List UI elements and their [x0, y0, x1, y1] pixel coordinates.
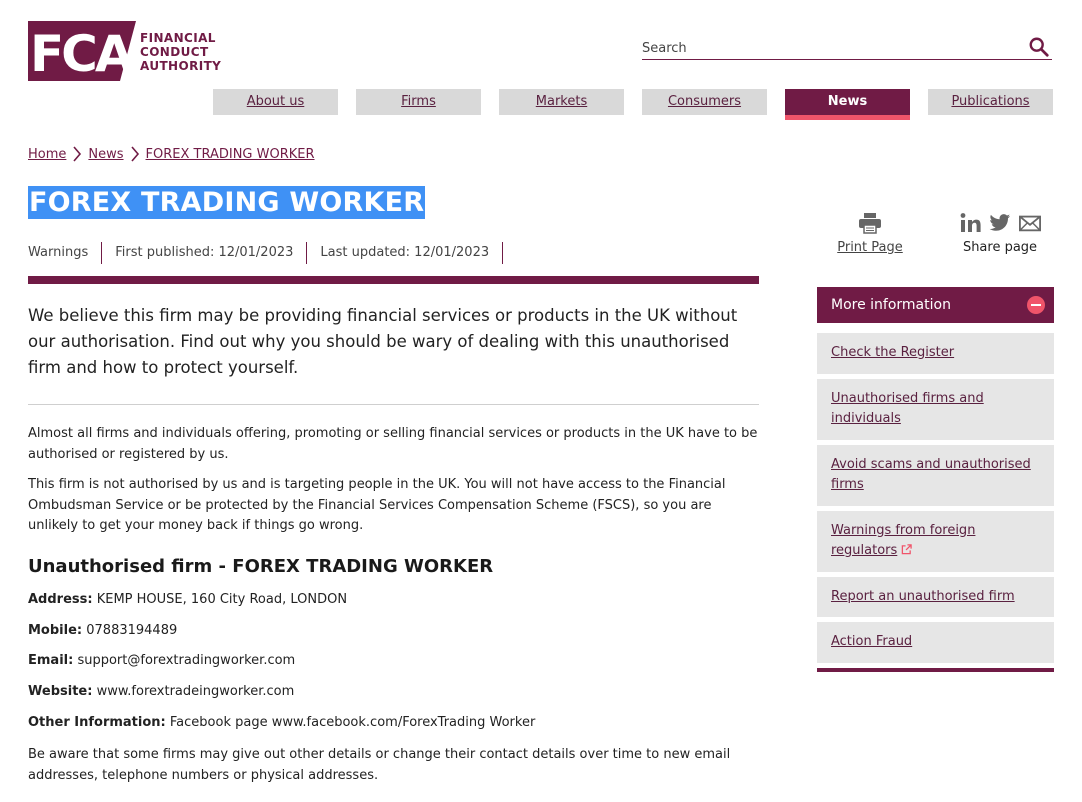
nav-news[interactable]: News	[785, 89, 910, 120]
chevron-right-icon	[73, 146, 82, 162]
collapse-icon[interactable]	[1027, 296, 1045, 314]
sidebar-link[interactable]: Check the Register	[831, 345, 954, 360]
linkedin-icon[interactable]	[959, 212, 981, 234]
logo-letters: FCA	[30, 25, 134, 81]
external-link-icon	[902, 544, 913, 555]
sidebar-item-action-fraud: Action Fraud	[817, 622, 1054, 663]
detail-email: Email: support@forextradingworker.com	[28, 653, 296, 668]
share-page: Share page	[955, 212, 1045, 255]
nav-consumers[interactable]: Consumers	[642, 89, 767, 115]
more-information-panel: More information Check the Register Unau…	[817, 287, 1054, 672]
body-paragraph-2: This firm is not authorised by us and is…	[28, 477, 726, 533]
search-icon[interactable]	[1028, 36, 1050, 58]
detail-address: Address: KEMP HOUSE, 160 City Road, LOND…	[28, 592, 348, 607]
chevron-right-icon	[130, 146, 139, 162]
lead-paragraph: We believe this firm may be providing fi…	[28, 306, 738, 377]
sidebar-link[interactable]: Action Fraud	[831, 634, 912, 649]
mail-icon[interactable]	[1019, 212, 1041, 234]
page-meta: Warnings First published: 12/01/2023 Las…	[28, 242, 504, 264]
breadcrumb: Home News FOREX TRADING WORKER	[28, 146, 315, 162]
nav-about-us[interactable]: About us	[213, 89, 338, 115]
print-page[interactable]: Print Page	[830, 212, 910, 255]
share-page-label: Share page	[962, 240, 1038, 255]
breadcrumb-home[interactable]: Home	[28, 147, 66, 162]
sidebar-item-check-register: Check the Register	[817, 333, 1054, 374]
more-information-title: More information	[831, 297, 951, 313]
more-information-header[interactable]: More information	[817, 287, 1054, 323]
printer-icon	[859, 213, 881, 234]
body-paragraph-1: Almost all firms and individuals offerin…	[28, 426, 758, 462]
twitter-icon[interactable]	[989, 212, 1011, 234]
detail-website: Website: www.forextradeingworker.com	[28, 684, 295, 699]
breadcrumb-news[interactable]: News	[88, 147, 123, 162]
nav-markets[interactable]: Markets	[499, 89, 624, 115]
print-page-label[interactable]: Print Page	[837, 240, 903, 255]
meta-first-published: First published: 12/01/2023	[102, 242, 308, 264]
sidebar-link[interactable]: Report an unauthorised firm	[831, 589, 1015, 604]
nav-firms[interactable]: Firms	[356, 89, 481, 115]
sidebar-link[interactable]: Unauthorised firms and individuals	[831, 391, 984, 427]
logo-wordmark: FINANCIAL CONDUCT AUTHORITY	[140, 31, 222, 73]
meta-category: Warnings	[28, 242, 103, 264]
detail-mobile: Mobile: 07883194489	[28, 623, 178, 638]
more-information-list: Check the Register Unauthorised firms an…	[817, 323, 1054, 672]
sidebar-item-unauthorised-firms: Unauthorised firms and individuals	[817, 378, 1054, 440]
sidebar-item-foreign-warnings: Warnings from foreign regulators	[817, 510, 1054, 572]
sidebar-link[interactable]: Avoid scams and unauthorised firms	[831, 457, 1031, 493]
page-title: FOREX TRADING WORKER	[28, 186, 426, 219]
sidebar-item-report-firm: Report an unauthorised firm	[817, 576, 1054, 617]
title-divider	[28, 276, 759, 284]
search-bar	[642, 32, 1052, 60]
breadcrumb-current[interactable]: FOREX TRADING WORKER	[146, 147, 315, 162]
section-divider	[28, 404, 759, 405]
meta-last-updated: Last updated: 12/01/2023	[307, 242, 504, 264]
body-paragraph-3: Be aware that some firms may give out ot…	[28, 747, 731, 783]
firm-heading: Unauthorised firm - FOREX TRADING WORKER	[28, 556, 494, 577]
search-input[interactable]	[642, 32, 1012, 58]
nav-publications[interactable]: Publications	[928, 89, 1053, 115]
sidebar-item-avoid-scams: Avoid scams and unauthorised firms	[817, 444, 1054, 506]
detail-other-information: Other Information: Facebook page www.fac…	[28, 715, 536, 730]
